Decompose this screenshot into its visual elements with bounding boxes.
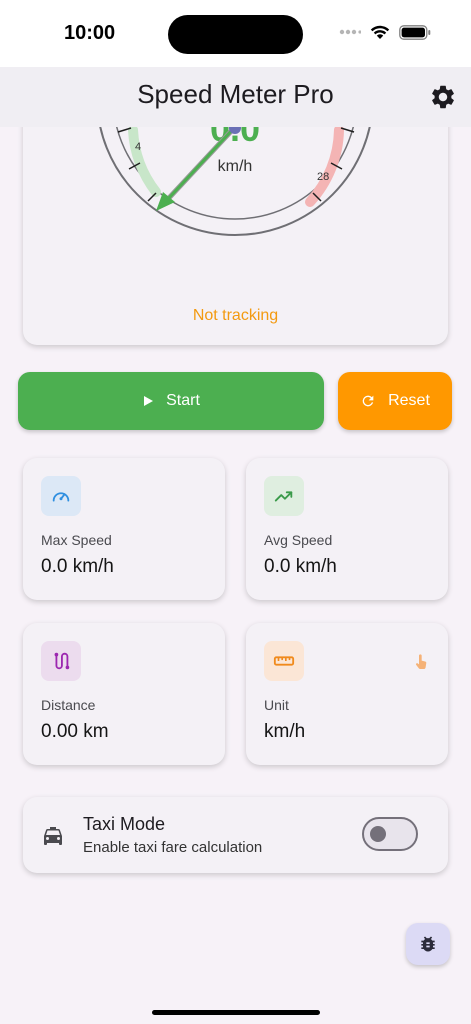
- distance-label: Distance: [41, 697, 96, 713]
- route-icon: [54, 652, 70, 670]
- toggle-knob: [370, 826, 386, 842]
- taxi-mode-card: Taxi Mode Enable taxi fare calculation: [23, 797, 448, 873]
- taxi-mode-title: Taxi Mode: [83, 814, 166, 834]
- taxi-icon: [44, 827, 62, 845]
- refresh-icon: [362, 395, 374, 407]
- avg-speed-icon-box: [264, 476, 304, 516]
- settings-button[interactable]: [429, 83, 457, 111]
- status-bar: 10:00: [0, 0, 471, 68]
- max-speed-label: Max Speed: [41, 532, 112, 548]
- ruler-icon: [273, 656, 295, 666]
- debug-button[interactable]: [406, 923, 450, 965]
- distance-value: 0.00 km: [41, 721, 109, 742]
- unit-card[interactable]: Unit km/h: [246, 623, 448, 765]
- wifi-icon: [370, 25, 390, 39]
- start-label: Start: [166, 392, 200, 409]
- speedometer-card: 4 28 0.0 km/h Not tracking: [23, 100, 448, 345]
- app-title: Speed Meter Pro: [137, 79, 334, 109]
- speedometer-gauge: 4 28 0.0 km/h: [96, 100, 374, 236]
- tracking-status: Not tracking: [192, 307, 279, 324]
- avg-speed-card: Avg Speed 0.0 km/h: [246, 458, 448, 600]
- start-button[interactable]: Start: [18, 372, 324, 430]
- play-icon: [144, 396, 154, 406]
- status-icons: [339, 24, 431, 40]
- reset-button[interactable]: Reset: [338, 372, 452, 430]
- max-speed-icon-box: [41, 476, 81, 516]
- app-bar: Speed Meter Pro: [0, 67, 471, 127]
- unit-value: km/h: [264, 721, 306, 742]
- unit-label: Unit: [264, 697, 289, 713]
- tap-icon: [415, 654, 427, 670]
- distance-icon-box: [41, 641, 81, 681]
- speed-unit: km/h: [218, 158, 253, 175]
- bug-icon: [421, 936, 435, 952]
- gear-icon: [432, 85, 454, 109]
- avg-speed-value: 0.0 km/h: [264, 556, 337, 577]
- speedometer-icon: [52, 492, 70, 502]
- reset-label: Reset: [388, 392, 430, 409]
- dynamic-island: [168, 15, 303, 54]
- battery-icon: [399, 24, 431, 40]
- status-time: 10:00: [64, 22, 116, 44]
- max-speed-card: Max Speed 0.0 km/h: [23, 458, 225, 600]
- trending-up-icon: [274, 491, 293, 502]
- gauge-low-zone: [128, 125, 161, 197]
- taxi-mode-toggle[interactable]: [362, 817, 418, 851]
- distance-card: Distance 0.00 km: [23, 623, 225, 765]
- signal-icon: [339, 29, 361, 35]
- tick-label-4: 4: [135, 141, 141, 153]
- unit-icon-box: [264, 641, 304, 681]
- max-speed-value: 0.0 km/h: [41, 556, 114, 577]
- taxi-mode-subtitle: Enable taxi fare calculation: [83, 839, 263, 856]
- tick-label-28: 28: [317, 171, 329, 183]
- home-indicator: [152, 1010, 320, 1015]
- avg-speed-label: Avg Speed: [264, 532, 333, 548]
